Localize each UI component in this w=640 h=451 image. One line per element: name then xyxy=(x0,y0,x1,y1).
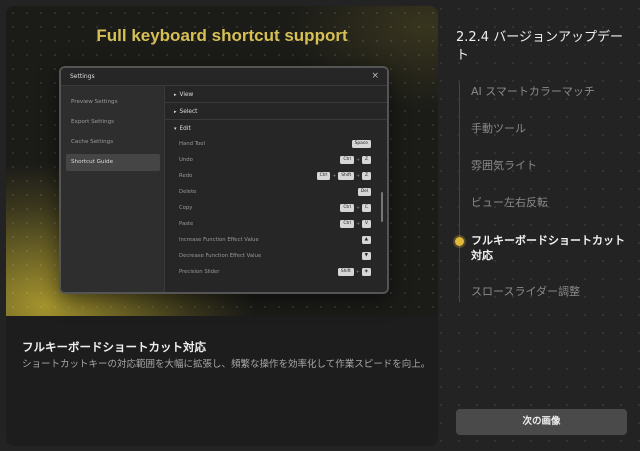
shortcut-row: Undo Ctrl + Z xyxy=(165,153,387,169)
keycap: Ctrl xyxy=(340,220,355,228)
shortcut-name: Paste xyxy=(179,221,194,227)
feature-hero: Full keyboard shortcut support Settings … xyxy=(6,6,438,316)
keycap: Ctrl xyxy=(316,172,331,180)
keycap: ▼ xyxy=(361,252,371,260)
key-plus-separator: + xyxy=(332,173,337,179)
keycap: Z xyxy=(361,156,371,164)
version-title: 2.2.4 バージョンアップデート xyxy=(456,30,623,63)
keycap: ◈ xyxy=(361,268,371,276)
shortcut-keys: Ctrl + V xyxy=(340,220,371,228)
keycap: Ctrl xyxy=(340,156,355,164)
shortcut-row: Precision Slider Shift + ◈ xyxy=(165,265,387,281)
shortcut-row: Hand Tool Space xyxy=(165,137,387,153)
shortcut-keys: ▼ xyxy=(361,252,371,260)
feature-caption-title: フルキーボードショートカット対応 xyxy=(22,340,206,354)
key-plus-separator: + xyxy=(356,173,360,179)
sidebar-item-shortcut-guide: Shortcut Guide xyxy=(66,154,160,171)
hero-title: Full keyboard shortcut support xyxy=(96,26,348,45)
settings-window-title: Settings xyxy=(70,73,95,80)
keycap: Shift xyxy=(338,172,355,180)
timeline-item[interactable]: フルキーボードショートカット対応 xyxy=(471,233,631,263)
shortcut-name: Increase Function Effect Value xyxy=(179,237,259,243)
keycap: C xyxy=(361,204,371,212)
keycap: ▲ xyxy=(361,236,371,244)
keycap: Ctrl xyxy=(340,204,355,212)
timeline-active-dot-icon xyxy=(455,237,464,246)
shortcut-name: Decrease Function Effect Value xyxy=(179,253,262,259)
shortcut-name: Delete xyxy=(179,189,197,195)
shortcut-name: Precision Slider xyxy=(179,269,220,275)
timeline-item[interactable]: スロースライダー調整 xyxy=(471,284,631,299)
section-view: ▸ View xyxy=(165,86,387,103)
shortcut-keys: Shift + ◈ xyxy=(337,268,371,276)
keycap: Z xyxy=(361,172,371,180)
scrollbar-thumb xyxy=(381,192,383,222)
shortcut-keys: Ctrl + Shift + Z xyxy=(316,172,371,180)
shortcut-row: Paste Ctrl + V xyxy=(165,217,387,233)
keycap: Space xyxy=(351,140,371,148)
shortcut-keys: Ctrl + C xyxy=(340,204,371,212)
settings-window-preview: Settings × Preview Settings Export Setti… xyxy=(59,66,389,294)
chevron-down-icon: ▾ xyxy=(174,126,177,132)
sidebar-item-cache-settings: Cache Settings xyxy=(71,139,114,145)
key-plus-separator: + xyxy=(356,221,360,227)
shortcut-name: Redo xyxy=(179,173,193,179)
feature-card: Full keyboard shortcut support Settings … xyxy=(6,6,438,446)
shortcut-name: Copy xyxy=(179,205,193,211)
shortcut-keys: Space xyxy=(351,140,371,148)
key-plus-separator: + xyxy=(356,157,360,163)
shortcut-list: ▸ View ▸ Select ▾ Edit Hand Tool Space Undo Ct… xyxy=(165,86,387,292)
shortcut-row: Redo Ctrl + Shift + Z xyxy=(165,169,387,185)
timeline-item[interactable]: 雰囲気ライト xyxy=(471,158,631,173)
keycap: Del xyxy=(357,188,371,196)
keycap: V xyxy=(361,220,371,228)
settings-window-titlebar: Settings × xyxy=(61,68,387,86)
shortcut-rows: Hand Tool Space Undo Ctrl + Z Redo Ctrl + Shift + Z… xyxy=(165,137,387,281)
shortcut-row: Delete Del xyxy=(165,185,387,201)
timeline-line xyxy=(459,82,460,302)
chevron-right-icon: ▸ xyxy=(174,92,177,98)
chevron-right-icon: ▸ xyxy=(174,109,177,115)
close-icon: × xyxy=(371,71,379,81)
shortcut-row: Copy Ctrl + C xyxy=(165,201,387,217)
feature-caption-description: ショートカットキーの対応範囲を大幅に拡張し、頻繁な操作を効率化して作業スピードを… xyxy=(22,359,431,370)
timeline-item[interactable]: 手動ツール xyxy=(471,121,631,136)
timeline-item[interactable]: ビュー左右反転 xyxy=(471,195,631,210)
keycap: Shift xyxy=(337,268,354,276)
shortcut-row: Decrease Function Effect Value ▼ xyxy=(165,249,387,265)
shortcut-row: Increase Function Effect Value ▲ xyxy=(165,233,387,249)
sidebar-item-preview-settings: Preview Settings xyxy=(71,99,118,105)
shortcut-keys: Del xyxy=(357,188,371,196)
shortcut-keys: Ctrl + Z xyxy=(340,156,371,164)
shortcut-name: Hand Tool xyxy=(179,141,205,147)
timeline-item[interactable]: AI スマートカラーマッチ xyxy=(471,84,631,99)
shortcut-keys: ▲ xyxy=(361,236,371,244)
settings-sidebar: Preview Settings Export Settings Cache S… xyxy=(61,86,165,292)
key-plus-separator: + xyxy=(356,205,360,211)
key-plus-separator: + xyxy=(355,269,360,275)
section-edit: ▾ Edit xyxy=(174,126,191,132)
shortcut-name: Undo xyxy=(179,157,193,163)
next-image-button[interactable]: 次の画像 xyxy=(456,409,627,435)
sidebar-item-export-settings: Export Settings xyxy=(71,119,115,125)
section-select: ▸ Select xyxy=(165,103,387,120)
